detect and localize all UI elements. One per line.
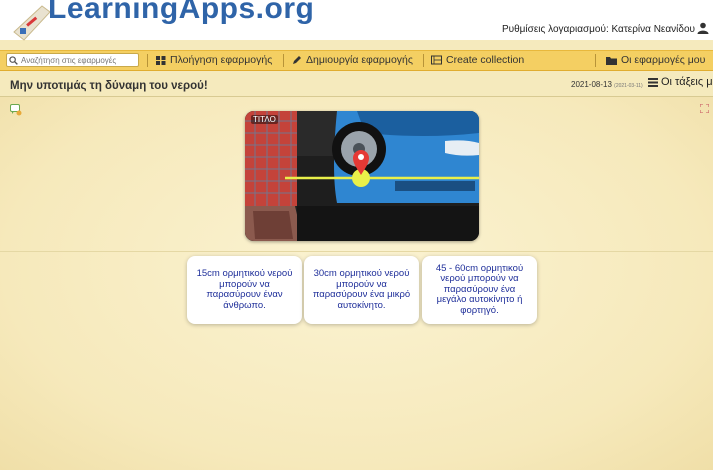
nav-create-app-label: Δημιουργία εφαρμογής [306, 54, 413, 66]
nav-my-apps[interactable]: Οι εφαρμογές μου [606, 54, 705, 66]
my-classes-link[interactable]: Οι τάξεις μο [648, 76, 713, 88]
answer-card-text: 30cm ορμητικού νερού μπορούν να παρασύρο… [312, 268, 411, 311]
pencil-icon [293, 56, 301, 64]
account-settings-link[interactable]: Ρυθμίσεις λογαριασμού: Κατερίνα Νεανίδου [502, 24, 695, 35]
nav-my-apps-label: Οι εφαρμογές μου [621, 54, 706, 66]
user-icon[interactable] [697, 22, 709, 34]
site-logo-text[interactable]: LearningApps.org [48, 0, 314, 26]
board-divider [0, 251, 713, 252]
fullscreen-icon[interactable] [700, 104, 709, 113]
illustration-image: ΤΙΤΛΟ [245, 111, 479, 241]
main-nav-bar: Πλοήγηση εφαρμογής Δημιουργία εφαρμογής … [0, 50, 713, 71]
nav-separator [283, 54, 284, 67]
nav-create-collection-label: Create collection [446, 54, 525, 66]
nav-browse-label: Πλοήγηση εφαρμογής [170, 54, 273, 66]
car-flood-illustration [245, 111, 479, 241]
app-dates: 2021-08-13 (2021-03-11) [571, 80, 643, 89]
site-header: LearningApps.org Ρυθμίσεις λογαριασμού: … [0, 0, 713, 42]
search-icon [9, 56, 18, 65]
grid-icon [156, 55, 166, 65]
answer-card-30cm[interactable]: 30cm ορμητικού νερού μπορούν να παρασύρο… [304, 256, 419, 324]
nav-browse-apps[interactable]: Πλοήγηση εφαρμογής [156, 54, 272, 66]
folder-icon [606, 56, 617, 65]
collection-icon [431, 55, 442, 65]
answer-card-45-60cm[interactable]: 45 - 60cm ορμητικού νερού μπορούν να παρ… [422, 256, 537, 324]
answer-card-text: 45 - 60cm ορμητικού νερού μπορούν να παρ… [435, 262, 524, 316]
answer-card-text: 15cm ορμητικού νερού μπορούν να παρασύρο… [196, 268, 293, 311]
nav-create-collection[interactable]: Create collection [431, 54, 524, 66]
nav-separator [423, 54, 424, 67]
my-classes-label: Οι τάξεις μο [661, 76, 713, 88]
search-input[interactable] [6, 53, 139, 67]
learningapps-logo-icon[interactable] [12, 2, 52, 42]
answer-card-15cm[interactable]: 15cm ορμητικού νερού μπορούν να παρασύρο… [187, 256, 302, 324]
nav-separator [595, 54, 596, 67]
list-icon [648, 77, 658, 87]
app-title: Μην υποτιμάς τη δύναμη του νερού! [10, 80, 208, 92]
hint-bubble-icon[interactable] [10, 104, 22, 116]
image-label: ΤΙΤΛΟ [251, 115, 278, 124]
nav-create-app[interactable]: Δημιουργία εφαρμογής [292, 54, 413, 66]
app-date-created: (2021-03-11) [614, 83, 643, 89]
nav-separator [147, 54, 148, 67]
app-date: 2021-08-13 [571, 80, 612, 89]
